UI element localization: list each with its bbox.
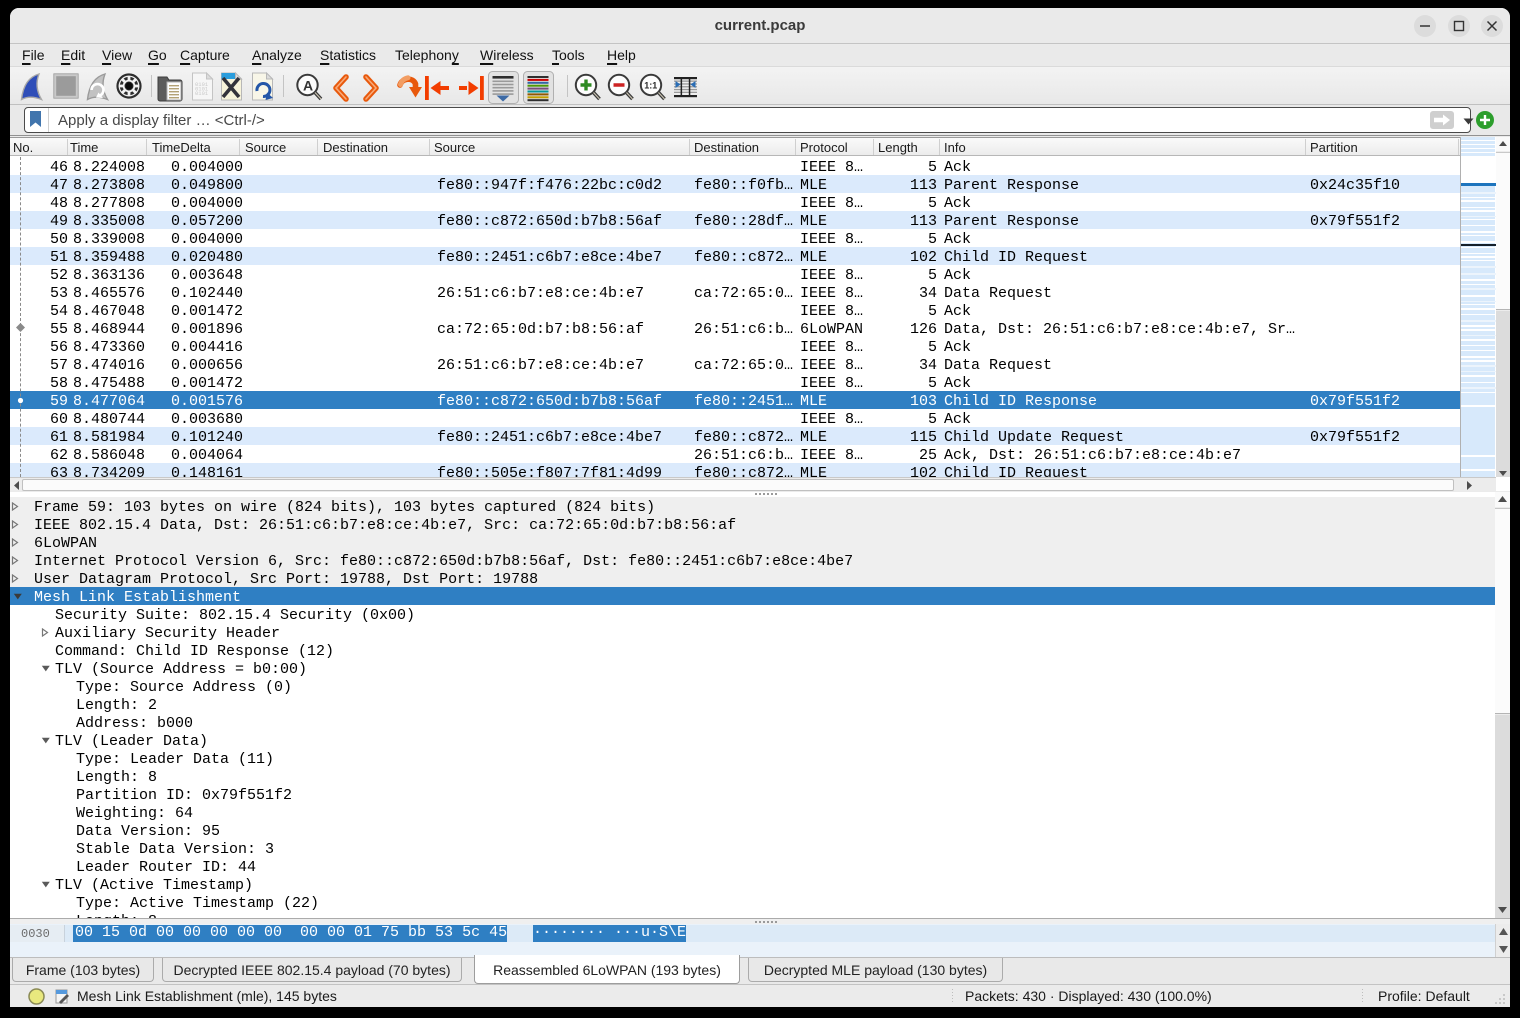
svg-text:0101: 0101 (195, 90, 209, 97)
svg-text:A: A (303, 78, 313, 94)
svg-text:1:1: 1:1 (644, 81, 657, 91)
